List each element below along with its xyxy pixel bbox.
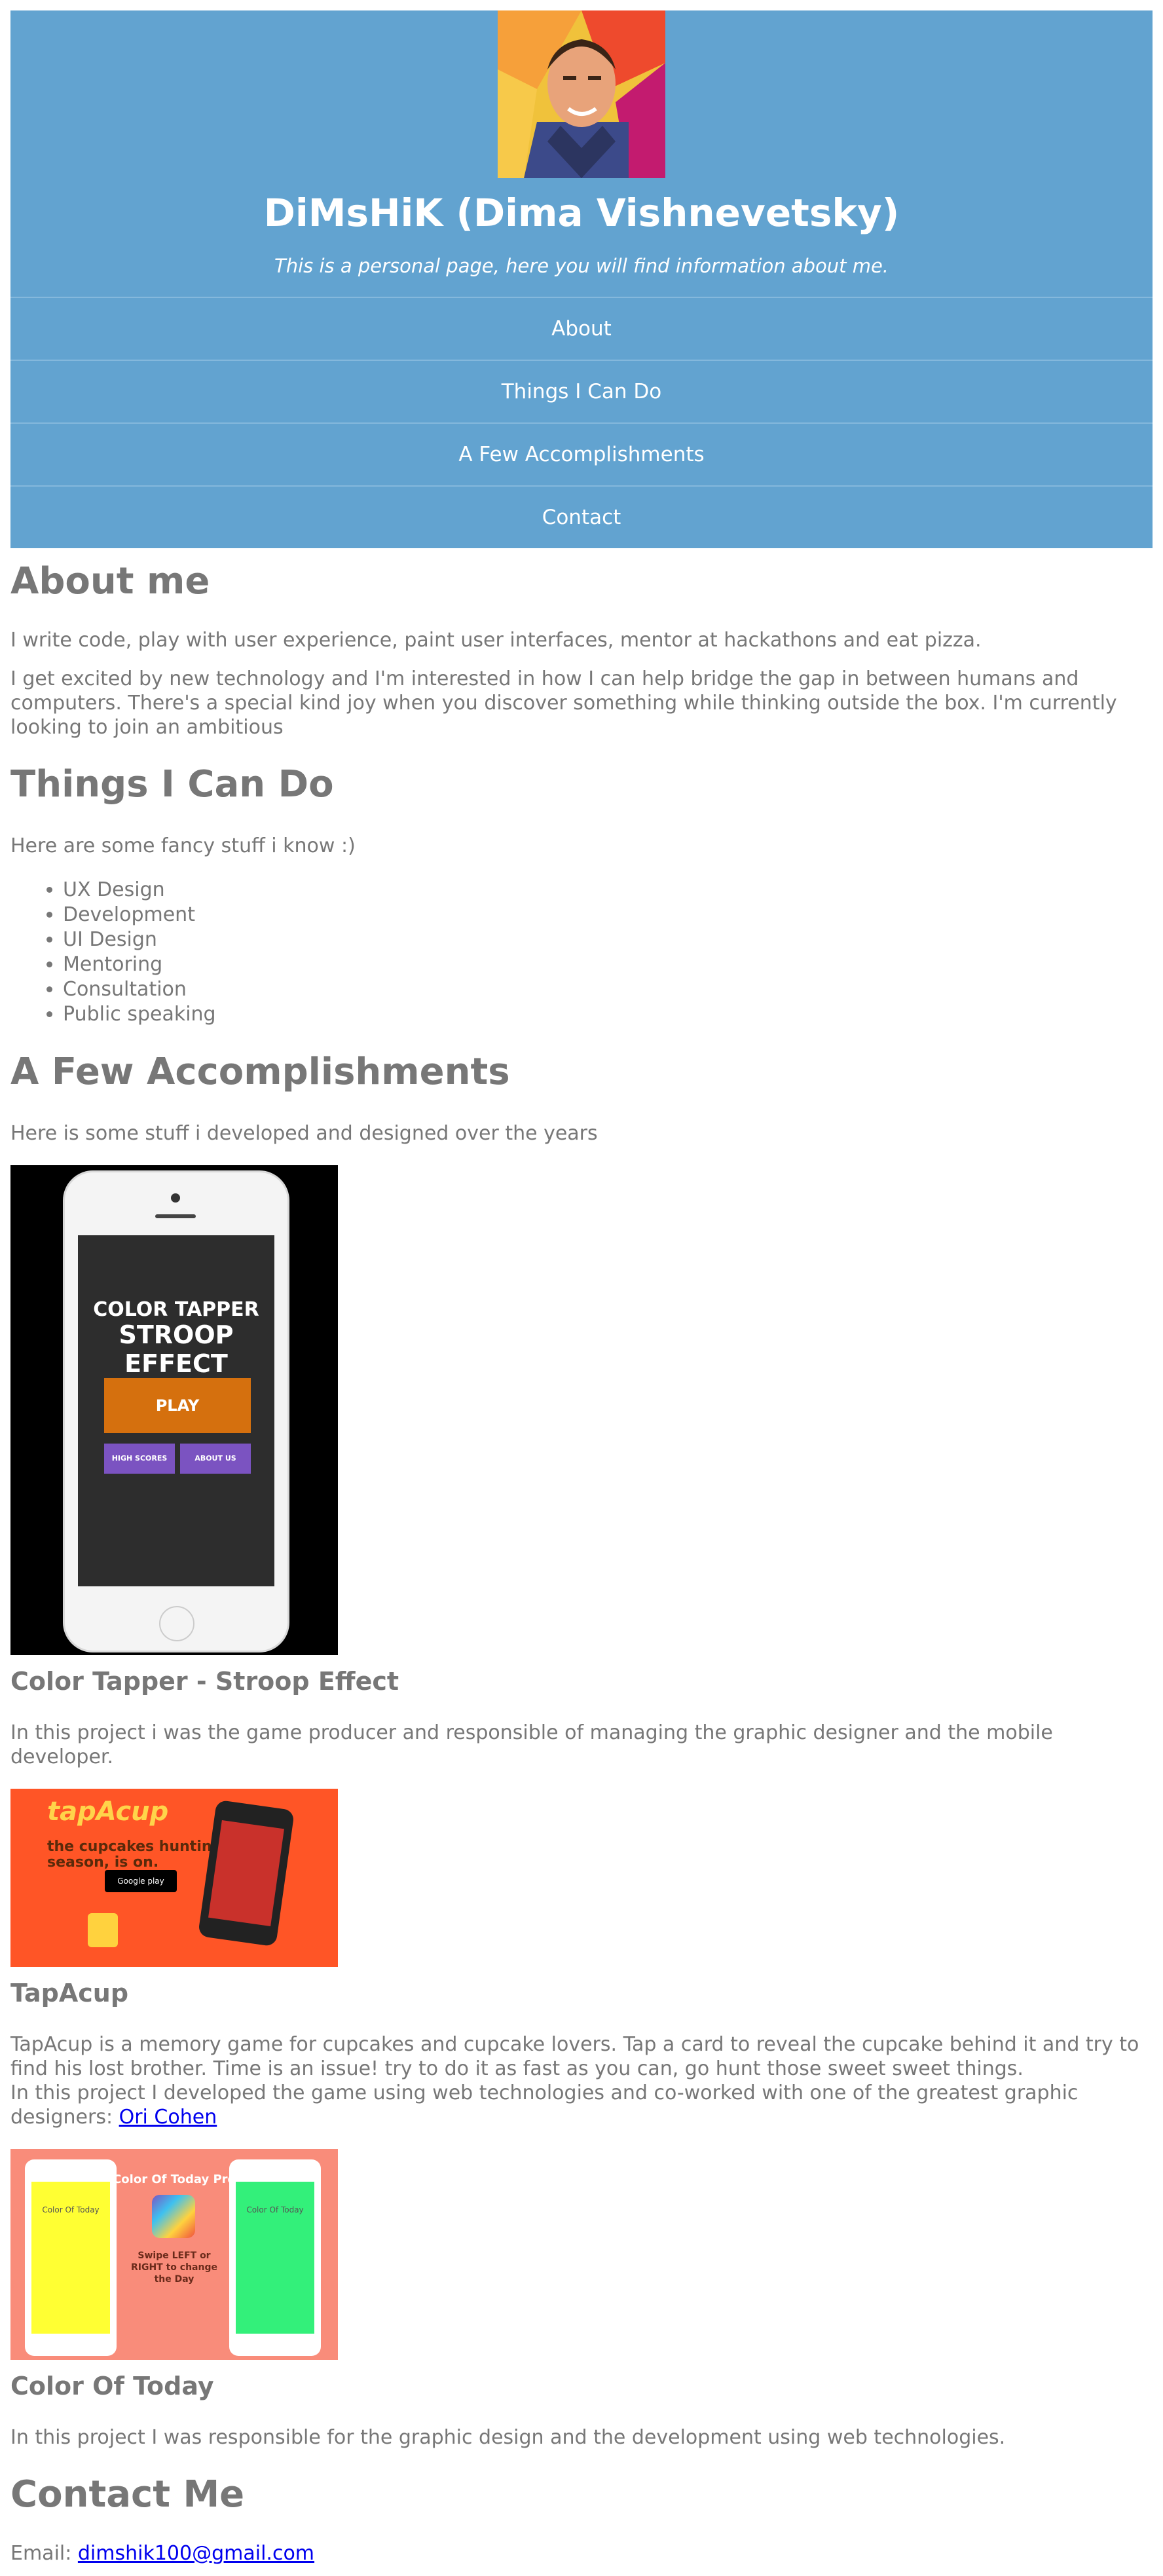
list-item: Consultation	[63, 977, 1153, 1002]
accomplishments-title: A Few Accomplishments	[10, 1051, 510, 1093]
cupcake-box-icon	[88, 1913, 118, 1947]
nav-item-accomplishments[interactable]: A Few Accomplishments	[10, 422, 1153, 485]
things-title: Things I Can Do	[10, 763, 334, 806]
nav-item-contact[interactable]: Contact	[10, 485, 1153, 548]
skills-list: UX Design Development UI Design Mentorin…	[10, 878, 1153, 1027]
list-item: Public speaking	[63, 1002, 1153, 1027]
accomplishments-section: A Few Accomplishments Here is some stuff…	[10, 1049, 1153, 2450]
project-title: TapAcup	[10, 1979, 129, 2007]
google-play-badge: Google play	[105, 1870, 177, 1892]
site-header: DiMsHiK (Dima Vishnevetsky) This is a pe…	[10, 10, 1153, 548]
things-intro: Here are some fancy stuff i know :)	[10, 834, 356, 857]
project-title: Color Tapper - Stroop Effect	[10, 1667, 399, 1696]
phone-screen-label: Color Of Today	[246, 2205, 304, 2214]
list-item: UX Design	[63, 878, 1153, 903]
project-description: In this project i was the game producer …	[10, 1721, 1053, 1768]
contact-title: Contact Me	[10, 2473, 245, 2516]
about-section: About me I write code, play with user ex…	[10, 559, 1153, 739]
tapacup-phone-screen	[208, 1820, 284, 1926]
nav-item-things[interactable]: Things I Can Do	[10, 360, 1153, 422]
project-description-text: TapAcup is a memory game for cupcakes an…	[10, 2033, 1139, 2080]
phone-screen-label: Color Of Today	[42, 2205, 100, 2214]
contact-section: Contact Me Email: dimshik100@gmail.com	[10, 2472, 1153, 2566]
swipe-instruction: Swipe LEFT or RIGHT to change the Day	[130, 2250, 217, 2285]
game-title-line1: COLOR TAPPER	[93, 1298, 259, 1321]
main-content: About me I write code, play with user ex…	[10, 559, 1153, 2566]
project-description: In this project I was responsible for th…	[10, 2426, 1006, 2449]
site-title: DiMsHiK (Dima Vishnevetsky)	[263, 191, 900, 235]
project-image-color-tapper: COLOR TAPPER STROOP EFFECT PLAY HIGH SCO…	[10, 1165, 338, 1655]
project-description: TapAcup is a memory game for cupcakes an…	[10, 2032, 1153, 2129]
ori-cohen-link[interactable]: Ori Cohen	[119, 2106, 217, 2129]
game-about-us-button: ABOUT US	[180, 1444, 251, 1474]
color-of-today-phone-left: Color Of Today	[25, 2159, 117, 2356]
phone-screen: COLOR TAPPER STROOP EFFECT PLAY HIGH SCO…	[78, 1235, 274, 1586]
about-title: About me	[10, 560, 210, 603]
contact-email-line: Email: dimshik100@gmail.com	[10, 2541, 1153, 2566]
phone-camera	[171, 1193, 180, 1203]
email-label: Email:	[10, 2542, 72, 2565]
tapacup-logo: tapAcup	[47, 1797, 169, 1827]
phone-screen-yellow: Color Of Today	[31, 2182, 110, 2334]
project-image-tapacup: tapAcup the cupcakes hunting season, is …	[10, 1789, 338, 1967]
list-item: Development	[63, 903, 1153, 927]
email-link[interactable]: dimshik100@gmail.com	[78, 2542, 314, 2565]
game-play-button: PLAY	[104, 1378, 251, 1433]
phone-screen-green: Color Of Today	[236, 2182, 314, 2334]
list-item: UI Design	[63, 927, 1153, 952]
game-high-scores-button: HIGH SCORES	[104, 1444, 175, 1474]
nav-item-about[interactable]: About	[10, 297, 1153, 360]
phone-home-button	[159, 1606, 194, 1641]
phone-mockup: COLOR TAPPER STROOP EFFECT PLAY HIGH SCO…	[63, 1170, 289, 1652]
tapacup-phone	[197, 1799, 295, 1947]
app-icon	[152, 2195, 195, 2238]
color-of-today-phone-right: Color Of Today	[229, 2159, 321, 2356]
tapacup-tagline-1: the cupcakes hunting	[47, 1839, 223, 1855]
accomplishments-intro: Here is some stuff i developed and desig…	[10, 1122, 598, 1145]
game-title-line2: STROOP EFFECT	[119, 1320, 234, 1378]
project-title: Color Of Today	[10, 2372, 214, 2400]
list-item: Mentoring	[63, 952, 1153, 977]
phone-speaker	[155, 1214, 196, 1218]
project-image-color-of-today: Color Of Today Color Of Today Pro Swipe …	[10, 2149, 338, 2360]
site-tagline: This is a personal page, here you will f…	[274, 255, 889, 277]
about-paragraph-2: I get excited by new technology and I'm …	[10, 667, 1117, 739]
avatar	[498, 10, 665, 178]
tapacup-tagline-2: season, is on.	[47, 1854, 159, 1871]
things-section: Things I Can Do Here are some fancy stuf…	[10, 762, 1153, 1027]
about-paragraph-1: I write code, play with user experience,…	[10, 629, 982, 652]
main-nav: About Things I Can Do A Few Accomplishme…	[10, 297, 1153, 548]
page-wrapper: DiMsHiK (Dima Vishnevetsky) This is a pe…	[0, 0, 1163, 2576]
